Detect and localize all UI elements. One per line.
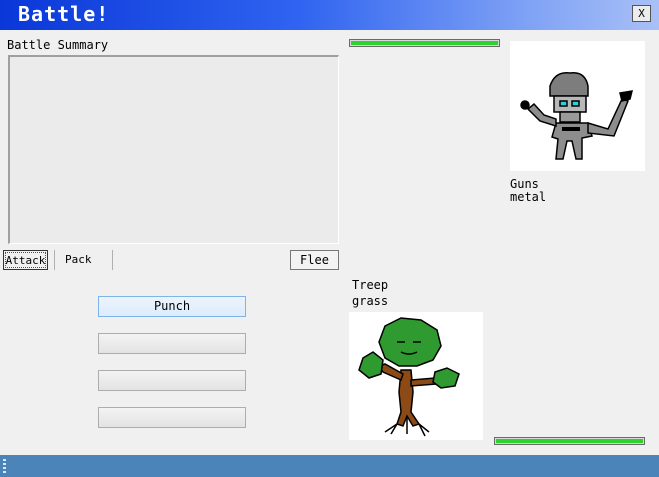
player-type: grass xyxy=(352,294,389,308)
close-button[interactable]: X xyxy=(632,5,651,22)
enemy-sprite xyxy=(510,41,645,171)
flee-button[interactable]: Flee xyxy=(290,250,339,270)
enemy-name: Guns xyxy=(510,177,539,191)
tree-sprite-icon xyxy=(358,317,460,437)
battle-summary-label: Battle Summary xyxy=(7,38,109,52)
move-button-1[interactable]: Punch xyxy=(98,296,246,317)
tab-divider xyxy=(112,250,113,270)
window-title: Battle! xyxy=(18,2,110,26)
move-button-4[interactable] xyxy=(98,407,246,428)
enemy-hp-bar xyxy=(349,39,500,47)
move-button-2[interactable] xyxy=(98,333,246,354)
player-name: Treep xyxy=(352,278,389,292)
status-bar xyxy=(0,455,659,477)
player-hp-fill xyxy=(496,439,643,443)
move-button-3[interactable] xyxy=(98,370,246,391)
player-hp-bar xyxy=(494,437,645,445)
enemy-hp-fill xyxy=(351,41,498,45)
battle-summary-textarea[interactable] xyxy=(8,55,339,244)
tab-pack[interactable]: Pack xyxy=(65,250,105,270)
player-sprite xyxy=(349,312,483,440)
enemy-type: metal xyxy=(510,190,547,204)
title-bar[interactable]: Battle! X xyxy=(0,0,659,30)
tab-attack[interactable]: Attack xyxy=(3,250,48,270)
resize-grip-icon[interactable] xyxy=(3,459,6,473)
robot-sprite-icon xyxy=(520,72,634,160)
tab-divider xyxy=(54,250,55,270)
